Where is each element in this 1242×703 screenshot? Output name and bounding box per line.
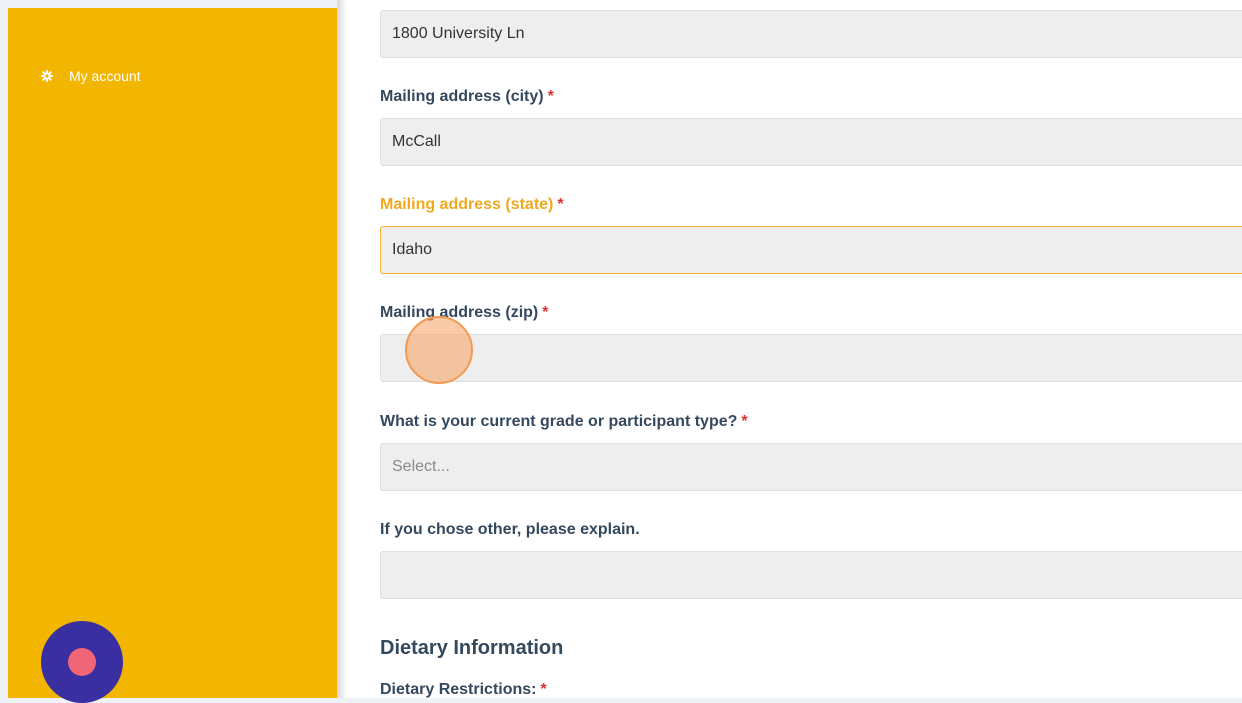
- city-label: Mailing address (city) *: [380, 88, 554, 105]
- click-indicator: [405, 316, 473, 384]
- street-input[interactable]: 1800 University Ln: [380, 10, 1242, 58]
- other-label: If you chose other, please explain.: [380, 521, 640, 538]
- required-mark: *: [542, 304, 549, 321]
- sidebar-item-label: My account: [69, 68, 141, 84]
- state-input[interactable]: Idaho: [380, 226, 1242, 274]
- zip-input[interactable]: [380, 334, 1242, 382]
- city-input[interactable]: McCall: [380, 118, 1242, 166]
- gear-icon: [41, 70, 53, 82]
- required-mark: *: [741, 413, 748, 430]
- dietary-section-title: Dietary Information: [380, 637, 564, 659]
- state-value: Idaho: [392, 241, 433, 258]
- street-value: 1800 University Ln: [392, 25, 525, 42]
- help-chat-button[interactable]: [41, 621, 123, 703]
- other-input[interactable]: [380, 551, 1242, 599]
- sidebar-divider: [337, 0, 347, 698]
- chat-dot-icon: [68, 648, 96, 676]
- sidebar: My account: [8, 8, 337, 698]
- city-value: McCall: [392, 133, 441, 150]
- dietary-restrictions-label: Dietary Restrictions: *: [380, 681, 547, 698]
- state-label: Mailing address (state) *: [380, 196, 564, 213]
- required-mark: *: [540, 681, 547, 698]
- zip-label: Mailing address (zip) *: [380, 304, 549, 321]
- sidebar-item-my-account[interactable]: My account: [41, 68, 141, 84]
- grade-select[interactable]: Select...: [380, 443, 1242, 491]
- form-panel: 1800 University Ln Mailing address (city…: [347, 0, 1242, 698]
- grade-label: What is your current grade or participan…: [380, 413, 748, 430]
- required-mark: *: [547, 88, 554, 105]
- required-mark: *: [557, 196, 564, 213]
- grade-placeholder: Select...: [392, 458, 450, 475]
